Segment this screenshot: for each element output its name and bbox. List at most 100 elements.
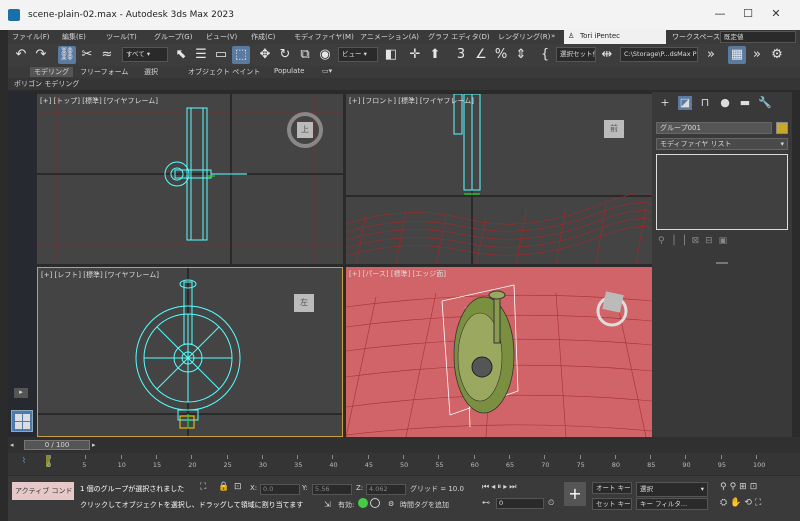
- link-icon[interactable]: ⛓: [58, 46, 76, 64]
- set-key-button[interactable]: セット キー: [592, 498, 632, 510]
- undo-icon[interactable]: ↶: [12, 46, 30, 64]
- render-setup-icon[interactable]: ⚙: [768, 46, 786, 64]
- menu-view[interactable]: ビュー(V): [206, 32, 237, 42]
- select-manipulate-icon[interactable]: ✛: [406, 46, 424, 64]
- time-config-icon[interactable]: ⏲: [548, 498, 554, 508]
- absolute-mode-icon[interactable]: ⊡: [234, 482, 242, 492]
- place-icon[interactable]: ◉: [316, 46, 334, 64]
- key-mode-icon[interactable]: ⊷: [482, 498, 490, 507]
- rotate-icon[interactable]: ↻: [276, 46, 294, 64]
- menu-graph-editors[interactable]: グラフ エディタ(D): [428, 32, 490, 42]
- playback-controls[interactable]: ⏮◂⏸▸⏭: [482, 482, 518, 492]
- selected-dropdown[interactable]: 選択 ▾: [636, 482, 708, 497]
- polygon-modeling-label[interactable]: ポリゴン モデリング: [14, 79, 79, 89]
- adaptive-degradation-icon[interactable]: ⇲: [324, 500, 331, 509]
- close-button[interactable]: ✕: [768, 7, 784, 23]
- selection-filter-dropdown[interactable]: すべて ▾: [122, 47, 168, 62]
- edit-named-sets-icon[interactable]: {: [536, 46, 554, 64]
- time-slider-prev[interactable]: ◂: [10, 441, 14, 449]
- scale-icon[interactable]: ⧉: [296, 46, 314, 64]
- motion-tab-icon[interactable]: ●: [718, 96, 732, 110]
- display-tab-icon[interactable]: ▬: [738, 96, 752, 110]
- menu-modifiers[interactable]: モディファイヤ(M): [294, 32, 354, 42]
- rect-selection-icon[interactable]: ▭: [212, 46, 230, 64]
- reference-coord-dropdown[interactable]: ビュー ▾: [338, 47, 378, 62]
- lock-selection-icon[interactable]: 🔒: [218, 482, 229, 492]
- tab-populate[interactable]: Populate: [274, 67, 304, 75]
- viewport-front-label[interactable]: [+] [フロント] [標準] [ワイヤフレーム]: [349, 96, 474, 106]
- menu-more[interactable]: »: [551, 32, 555, 40]
- y-coord-field[interactable]: 5.56: [312, 484, 352, 495]
- unlink-icon[interactable]: ✂: [78, 46, 96, 64]
- tab-freeform[interactable]: フリーフォーム: [80, 67, 128, 77]
- object-name-field[interactable]: グループ001: [656, 122, 772, 134]
- tab-modeling[interactable]: モデリング: [30, 67, 73, 77]
- window-crossing-icon[interactable]: ⬚: [232, 46, 250, 64]
- redo-icon[interactable]: ↷: [32, 46, 50, 64]
- menu-create[interactable]: 作成(C): [251, 32, 275, 42]
- viewport-top[interactable]: [+] [トップ] [標準] [ワイヤフレーム] 上: [37, 94, 343, 264]
- track-bar[interactable]: ⌇ 0 5 10 15 20 25 30 35 40 45 50 55 60 65 70 75 80 85 90 95…: [8, 453, 800, 475]
- layout-preset-icon[interactable]: [11, 410, 33, 432]
- maximize-button[interactable]: ☐: [740, 7, 756, 23]
- named-selection-sets[interactable]: 選択セット作成: [556, 47, 596, 62]
- mirror-icon[interactable]: ⇹: [598, 46, 616, 64]
- isolate-icon[interactable]: ⛶: [200, 482, 206, 492]
- menu-tools[interactable]: ツール(T): [106, 32, 137, 42]
- toolbar-expand-icon[interactable]: »: [748, 46, 766, 64]
- viewport-left[interactable]: [+] [レフト] [標準] [ワイヤフレーム] 左: [37, 267, 343, 437]
- snaps-toggle-icon[interactable]: 3: [452, 46, 470, 64]
- key-filters-button[interactable]: キー フィルタ...: [636, 498, 708, 510]
- object-color-swatch[interactable]: [776, 122, 788, 134]
- menu-rendering[interactable]: レンダリング(R): [498, 32, 550, 42]
- create-tab-icon[interactable]: +: [658, 96, 672, 110]
- time-tag-icon[interactable]: [370, 498, 380, 508]
- modifier-stack[interactable]: [656, 154, 788, 230]
- time-slider-thumb[interactable]: 0 / 100: [24, 440, 90, 450]
- menu-edit[interactable]: 編集(E): [62, 32, 86, 42]
- menu-group[interactable]: グループ(G): [154, 32, 192, 42]
- utilities-tab-icon[interactable]: 🔧: [758, 96, 772, 110]
- select-by-name-icon[interactable]: ☰: [192, 46, 210, 64]
- viewcube-top[interactable]: 上: [287, 112, 323, 148]
- maxscript-listener[interactable]: アクティブ コンド: [12, 482, 74, 500]
- modify-tab-icon[interactable]: ◪: [678, 96, 692, 110]
- enabled-indicator-icon[interactable]: [358, 498, 368, 508]
- expand-layouts-icon[interactable]: ▸: [14, 388, 28, 398]
- keyboard-shortcut-icon[interactable]: ⬆: [426, 46, 444, 64]
- tab-object-paint[interactable]: オブジェクト ペイント: [188, 67, 260, 77]
- pan-orbit-icons[interactable]: ⛭✋⟲⛶: [720, 498, 764, 508]
- set-key-icon[interactable]: +: [564, 482, 586, 506]
- select-object-icon[interactable]: ⬉: [172, 46, 190, 64]
- workspace-dropdown[interactable]: 既定値: [720, 31, 796, 43]
- viewcube-front[interactable]: 前: [604, 120, 624, 138]
- spinner-snap-icon[interactable]: ⇕: [512, 46, 530, 64]
- stack-tools-icons[interactable]: ⚲⎥⎥⊠⊟▣: [658, 236, 733, 246]
- viewcube-left[interactable]: 左: [294, 294, 314, 312]
- current-frame-field[interactable]: 0: [496, 498, 544, 509]
- ribbon-options-icon[interactable]: ▭▾: [322, 67, 332, 75]
- time-tag-icon-2[interactable]: ⚙: [388, 500, 394, 508]
- viewcube-perspective[interactable]: [602, 291, 624, 313]
- z-coord-field[interactable]: 4.062: [366, 484, 406, 495]
- viewport-front[interactable]: [+] [フロント] [標準] [ワイヤフレーム] 前: [346, 94, 652, 264]
- minimize-button[interactable]: —: [712, 7, 728, 23]
- bind-spacewarp-icon[interactable]: ≈: [98, 46, 116, 64]
- hierarchy-tab-icon[interactable]: ⊓: [698, 96, 712, 110]
- user-account[interactable]: ♙ Tori iPentec: [564, 30, 666, 44]
- add-time-tag[interactable]: 時間タグを追加: [400, 500, 449, 510]
- x-coord-field[interactable]: 0.0: [260, 484, 300, 495]
- percent-snap-icon[interactable]: %: [492, 46, 510, 64]
- angle-snap-icon[interactable]: ∠: [472, 46, 490, 64]
- menu-file[interactable]: ファイル(F): [12, 32, 50, 42]
- viewport-top-label[interactable]: [+] [トップ] [標準] [ワイヤフレーム]: [40, 96, 158, 106]
- project-folder-dropdown[interactable]: C:\Storage\P...dsMax Project: [620, 47, 698, 62]
- menu-animation[interactable]: アニメーション(A): [360, 32, 419, 42]
- toolbar-more-icon[interactable]: »: [702, 46, 720, 64]
- viewport-perspective-label[interactable]: [+] [パース] [標準] [エッジ面]: [349, 269, 446, 279]
- time-slider-next[interactable]: ▸: [92, 441, 96, 449]
- viewport-perspective[interactable]: [+] [パース] [標準] [エッジ面]: [346, 267, 652, 437]
- pivot-center-icon[interactable]: ◧: [382, 46, 400, 64]
- viewport-layout-icon[interactable]: ▦: [728, 46, 746, 64]
- tab-selection[interactable]: 選択: [144, 67, 158, 77]
